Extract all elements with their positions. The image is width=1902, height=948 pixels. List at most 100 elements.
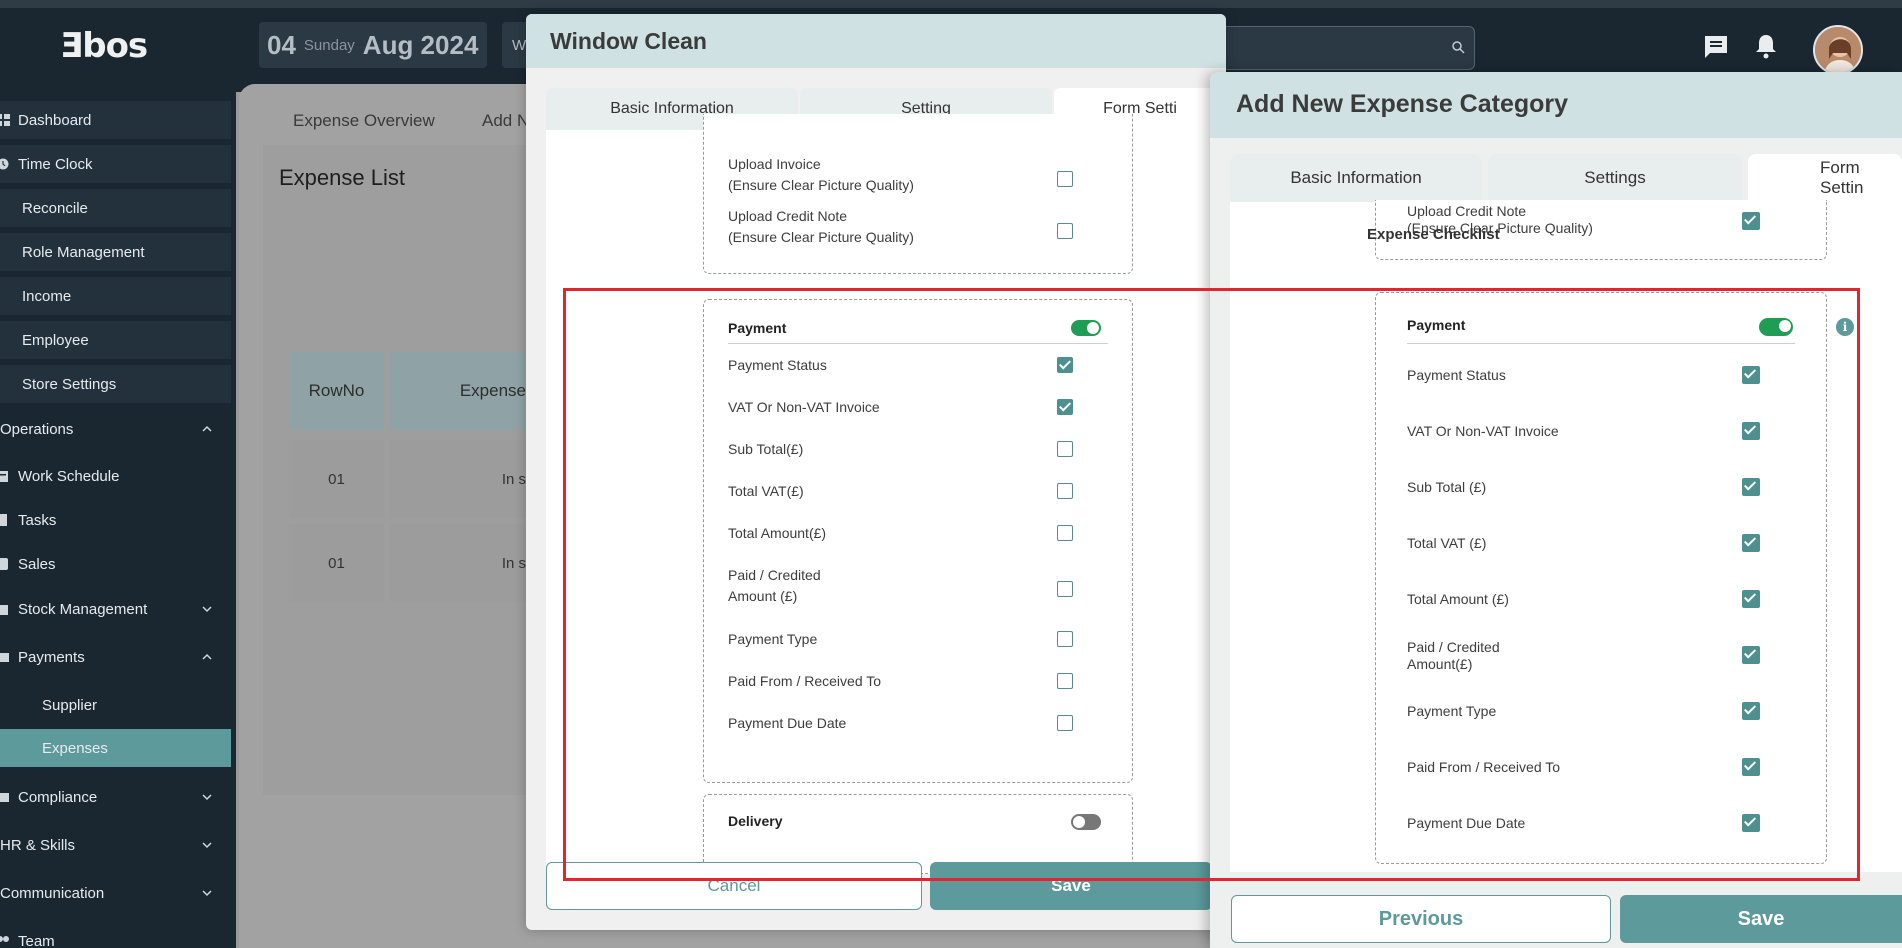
vat-invoice-checkbox[interactable] <box>1742 422 1760 440</box>
vat-invoice-checkbox[interactable] <box>1057 399 1073 415</box>
payment-status-checkbox[interactable] <box>1742 366 1760 384</box>
save-button[interactable]: Save <box>930 862 1212 910</box>
table-header-rowno: RowNo <box>289 352 384 430</box>
table-header-expense: Expense <box>390 352 526 430</box>
sidebar-section-operations[interactable]: Operations <box>0 410 231 448</box>
chevron-down-icon <box>202 842 212 849</box>
sidebar-item-payments[interactable]: Payments <box>0 638 231 676</box>
sidebar-item-employee[interactable]: Employee <box>0 321 231 359</box>
sidebar-item-label: Supplier <box>42 696 98 714</box>
upload-credit-checkbox[interactable] <box>1057 223 1073 239</box>
calendar-icon <box>0 470 10 482</box>
avatar[interactable] <box>1813 25 1863 75</box>
sidebar-item-hr-skills[interactable]: HR & Skills <box>0 826 231 864</box>
sidebar-item-label: Time Clock <box>18 155 93 173</box>
sub-total-checkbox[interactable] <box>1057 441 1073 457</box>
sidebar-item-label: Dashboard <box>18 111 92 129</box>
payment-due-date-checkbox[interactable] <box>1742 814 1760 832</box>
payment-type-checkbox[interactable] <box>1742 702 1760 720</box>
week-label: W <box>512 36 527 54</box>
sidebar-item-tasks[interactable]: Tasks <box>0 501 231 539</box>
sidebar-item-time-clock[interactable]: Time Clock <box>0 145 231 183</box>
tab-settings[interactable]: Settings <box>1488 154 1742 202</box>
payment-status-checkbox[interactable] <box>1057 357 1073 373</box>
table-cell: In s <box>390 524 526 602</box>
modal-title: Window Clean <box>550 28 707 54</box>
date-weekday: Sunday <box>303 36 355 54</box>
row-label: Payment Status <box>728 357 827 373</box>
chevron-down-icon <box>202 794 212 801</box>
payment-title: Payment <box>728 320 787 336</box>
total-amount-checkbox[interactable] <box>1742 590 1760 608</box>
payment-type-checkbox[interactable] <box>1057 631 1073 647</box>
shield-icon <box>0 791 10 803</box>
paid-from-checkbox[interactable] <box>1057 673 1073 689</box>
sidebar-item-label: Store Settings <box>22 375 117 393</box>
money-icon <box>0 651 10 663</box>
sidebar-item-sales[interactable]: Sales <box>0 545 231 583</box>
sidebar-item-communication[interactable]: Communication <box>0 874 231 912</box>
window-clean-modal: Window Clean Basic Information Setting F… <box>526 14 1226 930</box>
sidebar-item-label: Compliance <box>18 788 98 806</box>
sidebar-item-role-management[interactable]: Role Management <box>0 233 231 271</box>
row-label: Payment Due Date <box>1407 815 1526 831</box>
tab-basic-information[interactable]: Basic Information <box>1230 154 1482 202</box>
sidebar-item-store-settings[interactable]: Store Settings <box>0 365 231 403</box>
sidebar-item-expenses[interactable]: Expenses <box>0 729 231 767</box>
date-day: 04 <box>267 29 296 60</box>
sidebar-item-label: HR & Skills <box>0 836 76 854</box>
upload-invoice-checkbox[interactable] <box>1057 171 1073 187</box>
info-icon[interactable]: i <box>1836 318 1854 336</box>
sidebar-item-label: Operations <box>0 420 74 438</box>
delivery-title: Delivery <box>728 813 783 829</box>
search-input[interactable] <box>1211 26 1475 70</box>
expense-checklist-label: Expense Checklist <box>1367 226 1500 243</box>
sidebar-item-label: Expenses <box>42 739 108 757</box>
sidebar-item-label: Sales <box>18 555 56 573</box>
bell-icon[interactable] <box>1752 32 1780 60</box>
paid-credited-checkbox[interactable] <box>1742 646 1760 664</box>
search-icon[interactable] <box>1451 40 1465 54</box>
payment-toggle[interactable] <box>1071 320 1101 336</box>
sidebar-item-reconcile[interactable]: Reconcile <box>0 189 231 227</box>
cancel-button[interactable]: Cancel <box>546 862 922 910</box>
save-button[interactable]: Save <box>1620 895 1902 943</box>
total-amount-checkbox[interactable] <box>1057 525 1073 541</box>
sub-total-checkbox[interactable] <box>1742 478 1760 496</box>
tag-icon <box>0 558 10 570</box>
sidebar-item-label: Payments <box>18 648 85 666</box>
sidebar-item-label: Communication <box>0 884 105 902</box>
sidebar-item-income[interactable]: Income <box>0 277 231 315</box>
sidebar-item-label: Team <box>18 932 55 948</box>
sidebar-item-work-schedule[interactable]: Work Schedule <box>0 457 231 495</box>
total-vat-checkbox[interactable] <box>1057 483 1073 499</box>
clipboard-icon <box>0 514 10 526</box>
total-vat-checkbox[interactable] <box>1742 534 1760 552</box>
payment-due-date-checkbox[interactable] <box>1057 715 1073 731</box>
upload-credit-label: Upload Credit Note (Ensure Clear Picture… <box>728 208 914 245</box>
upload-credit-checkbox[interactable] <box>1742 212 1760 230</box>
chat-icon[interactable] <box>1702 33 1730 61</box>
sidebar-item-supplier[interactable]: Supplier <box>0 686 231 724</box>
sidebar-item-compliance[interactable]: Compliance <box>0 778 231 816</box>
upload-invoice-label: Upload Invoice (Ensure Clear Picture Qua… <box>728 156 914 193</box>
sidebar-item-dashboard[interactable]: Dashboard <box>0 101 231 139</box>
team-icon <box>0 935 10 947</box>
tab-add-new[interactable]: Add N <box>482 111 529 131</box>
tab-expense-overview[interactable]: Expense Overview <box>293 111 435 131</box>
tab-form-settings[interactable]: Form Settin <box>1748 154 1902 202</box>
divider <box>728 343 1108 344</box>
paid-credited-checkbox[interactable] <box>1057 581 1073 597</box>
delivery-toggle[interactable] <box>1071 814 1101 830</box>
table-cell: 01 <box>289 440 384 518</box>
sidebar-item-stock-management[interactable]: Stock Management <box>0 590 231 628</box>
row-label: Sub Total (£) <box>1407 479 1487 495</box>
clock-icon <box>0 158 10 170</box>
app-logo: Ǝbos <box>60 26 148 66</box>
row-label: Total Amount(£) <box>728 525 827 541</box>
sidebar-item-team[interactable]: Team <box>0 922 231 948</box>
payment-toggle[interactable] <box>1759 318 1793 336</box>
paid-from-checkbox[interactable] <box>1742 758 1760 776</box>
chevron-up-icon <box>202 425 212 432</box>
previous-button[interactable]: Previous <box>1231 895 1611 943</box>
